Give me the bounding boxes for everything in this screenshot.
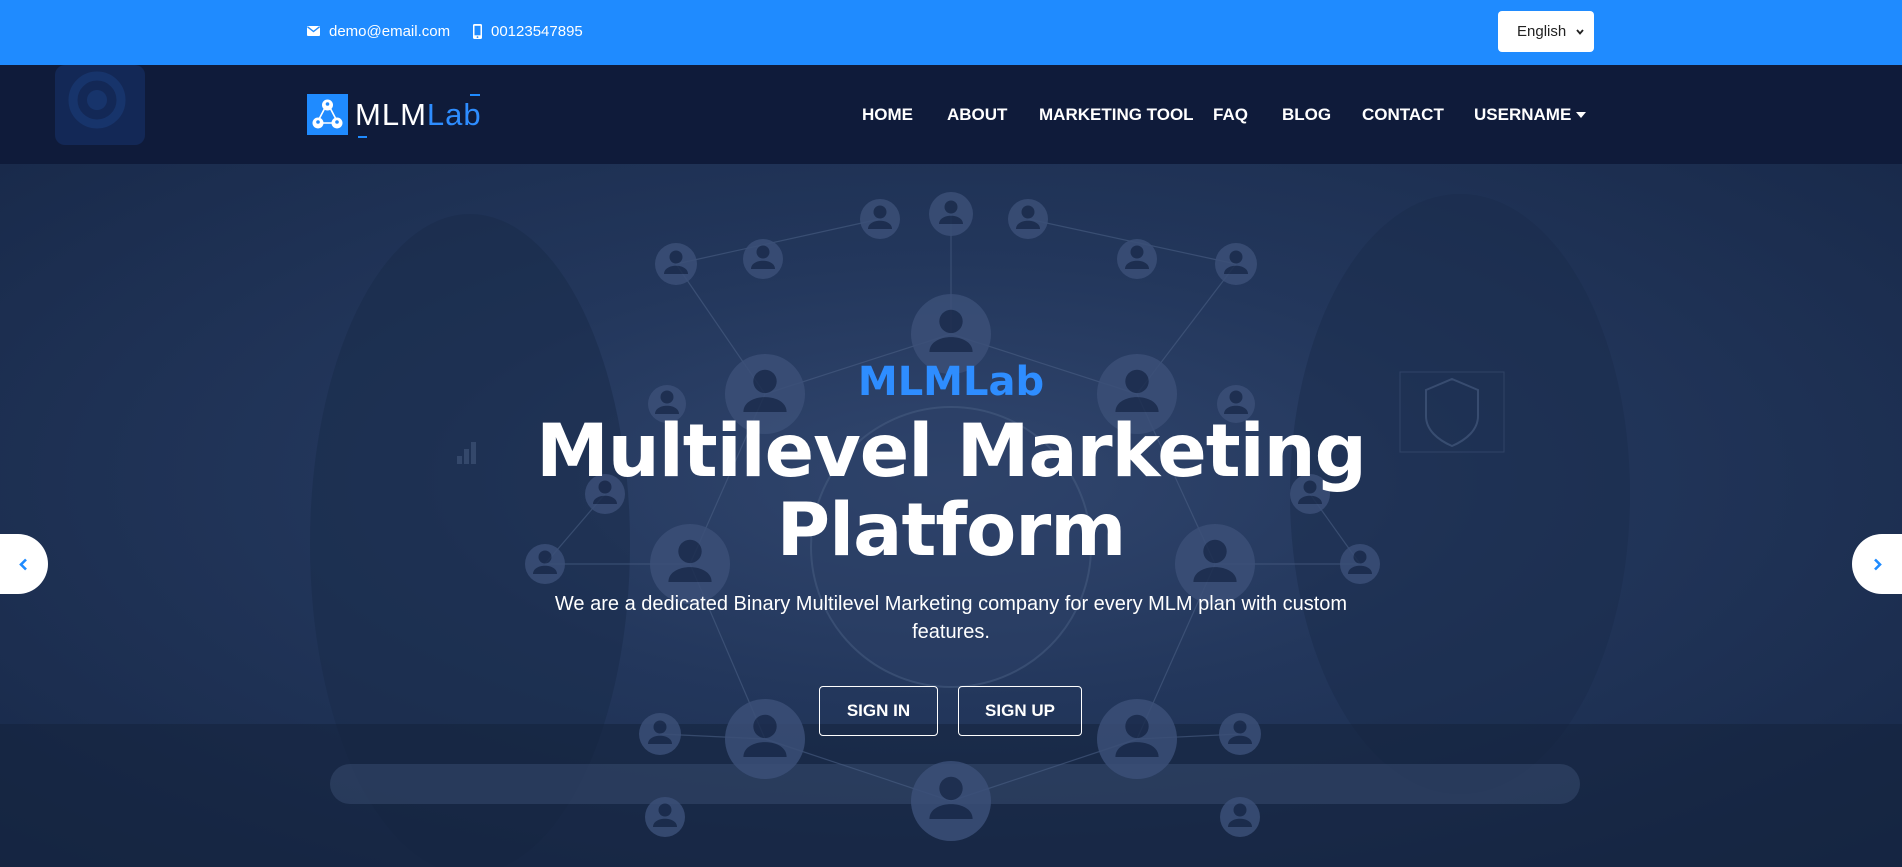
caret-down-icon (1576, 112, 1587, 118)
email-contact[interactable]: demo@email.com (307, 0, 450, 62)
scroll-top-ghost-icon (55, 65, 145, 145)
nav-home[interactable]: HOME (862, 65, 913, 164)
main-navbar: MLMLab HOME ABOUT MARKETING TOOL FAQ BLO… (0, 65, 1902, 164)
network-logo-icon (307, 94, 348, 135)
brand-wordmark: MLMLab (355, 94, 482, 138)
email-text: demo@email.com (329, 22, 451, 40)
nav-user-menu[interactable]: USERNAME (1474, 65, 1587, 164)
top-contact-bar: demo@email.com 00123547895 English (0, 0, 1902, 65)
logo-accent-line (469, 94, 480, 96)
nav-contact[interactable]: CONTACT (1362, 65, 1444, 164)
phone-contact[interactable]: 00123547895 (473, 0, 583, 62)
nav-faq[interactable]: FAQ (1213, 65, 1248, 164)
language-select[interactable]: English (1498, 11, 1594, 52)
chevron-left-icon (18, 558, 27, 570)
brand-part-2: Lab (426, 97, 482, 132)
logo-accent-line (358, 136, 367, 138)
caret-down-icon (1576, 29, 1584, 35)
hero-kicker: MLMLab (857, 359, 1045, 405)
brand-part-1: MLM (355, 97, 427, 132)
envelope-icon (307, 26, 320, 36)
username-label: USERNAME (1474, 105, 1572, 124)
hero-headline: Multilevel Marketing Platform (536, 409, 1367, 573)
chevron-right-icon (1873, 558, 1882, 570)
phone-text: 00123547895 (491, 22, 583, 40)
nav-marketing-tool[interactable]: MARKETING TOOL (1039, 65, 1194, 164)
sign-up-button[interactable]: SIGN UP (958, 686, 1082, 736)
language-value: English (1517, 23, 1567, 40)
hero-slider: MLMLab Multilevel Marketing Platform We … (0, 164, 1902, 867)
brand-logo[interactable]: MLMLab (307, 94, 482, 138)
nav-blog[interactable]: BLOG (1282, 65, 1331, 164)
mobile-phone-icon (473, 23, 482, 39)
nav-about[interactable]: ABOUT (947, 65, 1007, 164)
sign-in-button[interactable]: SIGN IN (819, 686, 938, 736)
hero-subtitle: We are a dedicated Binary Multilevel Mar… (554, 593, 1348, 643)
